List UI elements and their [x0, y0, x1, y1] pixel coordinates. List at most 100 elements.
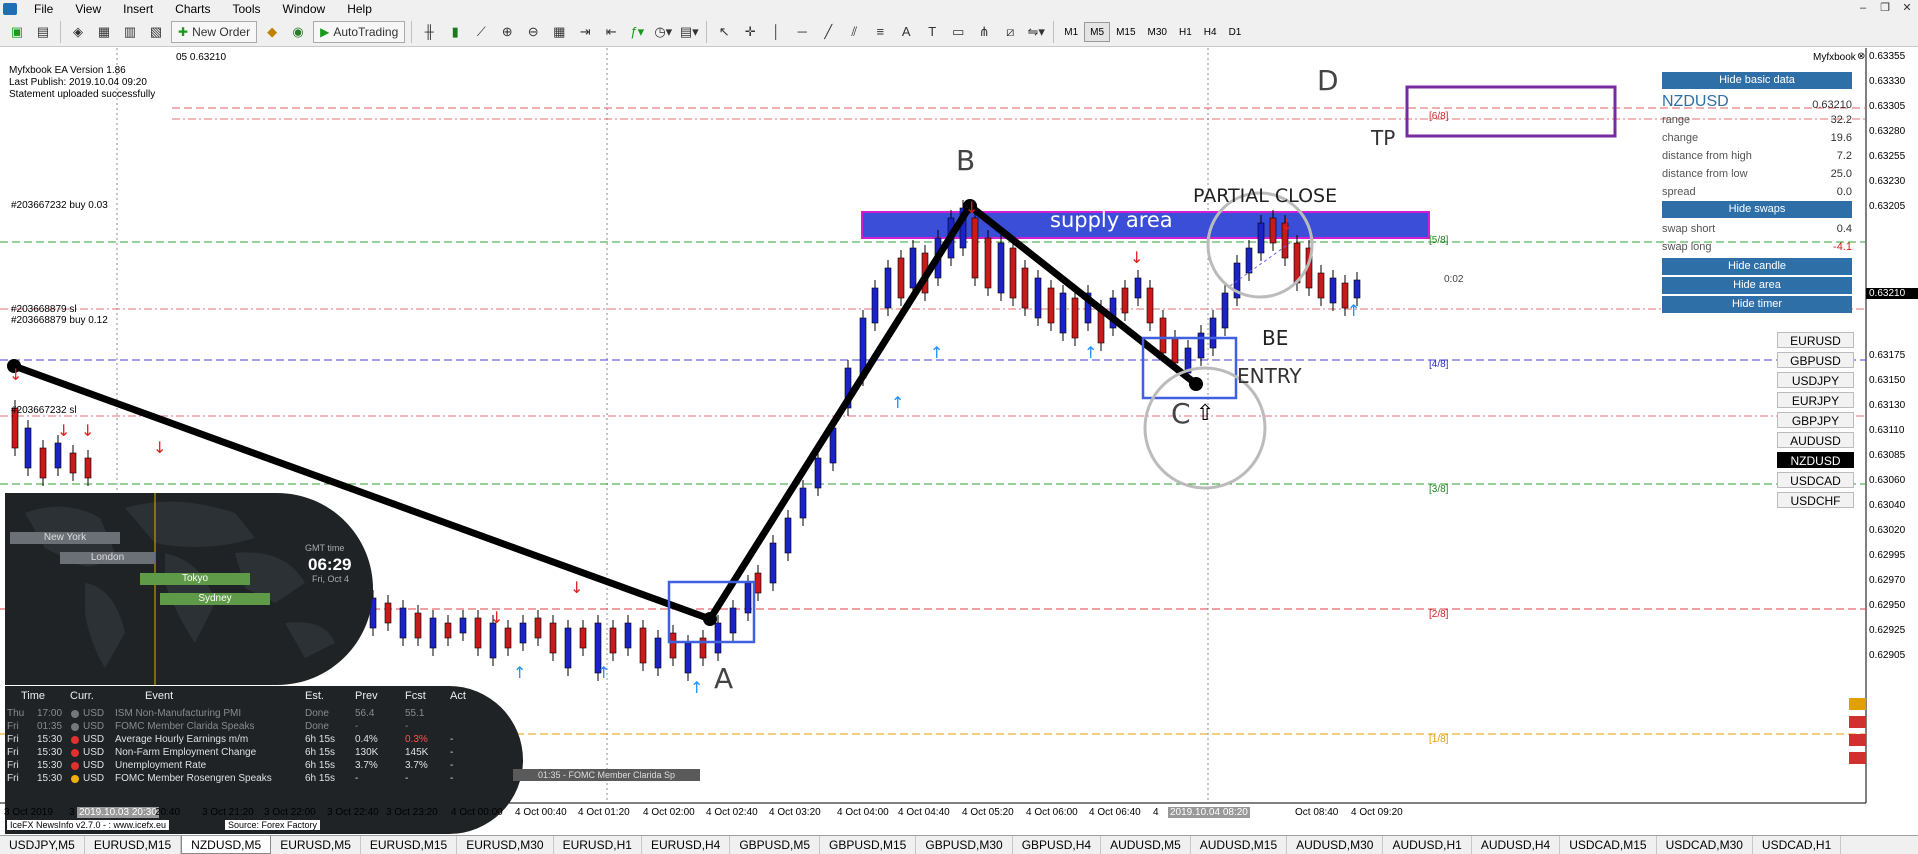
hide-candle-button[interactable]: Hide candle	[1662, 258, 1852, 275]
terminal-icon[interactable]: ▧	[145, 21, 167, 43]
crosshair-icon[interactable]: ✛	[739, 21, 761, 43]
navigator-icon[interactable]: ▥	[119, 21, 141, 43]
new-order-button[interactable]: ✚ New Order	[171, 20, 258, 43]
restore-icon[interactable]: ❐	[1874, 0, 1896, 17]
text-icon[interactable]: A	[895, 21, 917, 43]
data-window-icon[interactable]: ▦	[93, 21, 115, 43]
timeframe-d1[interactable]: D1	[1223, 22, 1248, 42]
timeframe-m15[interactable]: M15	[1110, 22, 1141, 42]
chart-tab[interactable]: AUDUSD,H1	[1383, 836, 1472, 854]
hide-timer-button[interactable]: Hide timer	[1662, 296, 1852, 313]
news-row[interactable]: Thu 17:00 USD ISM Non-Manufacturing PMI Done…	[5, 708, 523, 721]
toolbar-separator	[411, 20, 413, 43]
symbol-button-usdcad[interactable]: USDCAD	[1777, 472, 1854, 488]
pitchfork-icon[interactable]: ⋔	[973, 21, 995, 43]
new-chart-icon[interactable]: ▣	[6, 21, 28, 43]
candle-body	[871, 287, 879, 324]
tile-windows-icon[interactable]: ▦	[548, 21, 570, 43]
autotrading-button[interactable]: ▶ AutoTrading	[313, 20, 406, 43]
line-chart-icon[interactable]: ⟋	[470, 21, 492, 43]
chart-shift-icon[interactable]: ⇤	[600, 21, 622, 43]
stat-label: distance from low	[1662, 168, 1748, 180]
indicators-icon[interactable]: ƒ▾	[626, 21, 648, 43]
fibonacci-icon[interactable]: ≡	[869, 21, 891, 43]
chart-tab[interactable]: USDCAD,M15	[1560, 836, 1657, 854]
timeframe-h1[interactable]: H1	[1173, 22, 1198, 42]
vertical-line-icon[interactable]: │	[765, 21, 787, 43]
menu-file[interactable]: File	[23, 2, 64, 16]
chart-tab[interactable]: AUDUSD,M30	[1287, 836, 1384, 854]
symbol-button-eurjpy[interactable]: EURJPY	[1777, 392, 1854, 408]
candle-body	[579, 627, 587, 649]
market-watch-icon[interactable]: ◈	[67, 21, 89, 43]
myfxbook-close-icon[interactable]: ⊗	[1857, 51, 1865, 62]
menu-help[interactable]: Help	[336, 2, 383, 16]
text-label-icon[interactable]: T	[921, 21, 943, 43]
news-row[interactable]: Fri 15:30 USD Average Hourly Earnings m/m 6h…	[5, 734, 523, 747]
chart-tab[interactable]: USDJPY,M5	[0, 836, 85, 854]
periods-icon[interactable]: ◷▾	[652, 21, 674, 43]
menu-insert[interactable]: Insert	[112, 2, 164, 16]
chart-tab[interactable]: EURUSD,M5	[271, 836, 361, 854]
symbol-button-gbpusd[interactable]: GBPUSD	[1777, 352, 1854, 368]
news-row[interactable]: Fri 01:35 USD FOMC Member Clarida Speaks Don…	[5, 721, 523, 734]
chart-tab[interactable]: GBPUSD,M5	[730, 836, 820, 854]
chart-tab[interactable]: EURUSD,H4	[642, 836, 731, 854]
metaeditor-icon[interactable]: ◆	[261, 21, 283, 43]
timeframe-m5[interactable]: M5	[1084, 21, 1111, 42]
candlestick-icon[interactable]: ▮	[444, 21, 466, 43]
chart-tab[interactable]: EURUSD,M15	[361, 836, 458, 854]
symbol-button-audusd[interactable]: AUDUSD	[1777, 432, 1854, 448]
menu-view[interactable]: View	[64, 2, 112, 16]
symbol-button-usdchf[interactable]: USDCHF	[1777, 492, 1854, 508]
cursor-icon[interactable]: ↖	[713, 21, 735, 43]
chart-tab[interactable]: EURUSD,H1	[554, 836, 642, 854]
timeframe-m1[interactable]: M1	[1058, 22, 1084, 42]
bar-chart-icon[interactable]: ╫	[418, 21, 440, 43]
menu-window[interactable]: Window	[272, 2, 337, 16]
menu-tools[interactable]: Tools	[222, 2, 272, 16]
zoom-out-icon[interactable]: ⊖	[522, 21, 544, 43]
chart-tab[interactable]: GBPUSD,H4	[1013, 836, 1102, 854]
hide-area-button[interactable]: Hide area	[1662, 277, 1852, 294]
profiles-icon[interactable]: ▤	[32, 21, 54, 43]
symbol-button-nzdusd[interactable]: NZDUSD	[1777, 452, 1854, 468]
templates-icon[interactable]: ▤▾	[678, 21, 700, 43]
autoscroll-icon[interactable]: ⇥	[574, 21, 596, 43]
candle-body	[549, 622, 557, 654]
chart-tab[interactable]: GBPUSD,M30	[916, 836, 1013, 854]
trendline-icon[interactable]: ╱	[817, 21, 839, 43]
rectangle-icon[interactable]: ▭	[947, 21, 969, 43]
chart-tab[interactable]: USDCAD,H1	[1753, 836, 1842, 854]
hide-swaps-button[interactable]: Hide swaps	[1662, 201, 1852, 218]
chart-tab[interactable]: EURUSD,M30	[457, 836, 554, 854]
news-row[interactable]: Fri 15:30 USD FOMC Member Rosengren Speaks 6…	[5, 773, 523, 786]
candle-body	[1146, 287, 1154, 324]
close-icon[interactable]: ✕	[1896, 0, 1918, 17]
equidistant-channel-icon[interactable]: ⫽	[843, 21, 865, 43]
chart-tab[interactable]: AUDUSD,M15	[1191, 836, 1288, 854]
chart-tab[interactable]: GBPUSD,M15	[820, 836, 917, 854]
horizontal-line-icon[interactable]: ─	[791, 21, 813, 43]
chart-tab[interactable]: USDCAD,M30	[1657, 836, 1753, 854]
gann-icon[interactable]: ⧄	[999, 21, 1021, 43]
signals-icon[interactable]: ◉	[287, 21, 309, 43]
symbol-button-gbpjpy[interactable]: GBPJPY	[1777, 412, 1854, 428]
arrows-icon[interactable]: ⇋▾	[1025, 21, 1047, 43]
news-row[interactable]: Fri 15:30 USD Non-Farm Employment Change 6h …	[5, 747, 523, 760]
chart-tab[interactable]: NZDUSD,M5	[181, 836, 272, 854]
timeframe-h4[interactable]: H4	[1198, 22, 1223, 42]
price-chart[interactable]: ↓ ↓ ↓ ↓ ↓ ↓ ↓ ↓ ↓ ↑ ↑ ↑ ↑ ↑ ↑ ↑ ⇧ 05 0.63210 Myfxbook EA…	[0, 48, 1918, 835]
gmt-time: 06:29	[308, 555, 352, 574]
menu-charts[interactable]: Charts	[164, 2, 221, 16]
chart-tab[interactable]: AUDUSD,H4	[1472, 836, 1561, 854]
zoom-in-icon[interactable]: ⊕	[496, 21, 518, 43]
chart-tab[interactable]: EURUSD,M15	[85, 836, 182, 854]
symbol-button-usdjpy[interactable]: USDJPY	[1777, 372, 1854, 388]
timeframe-m30[interactable]: M30	[1142, 22, 1173, 42]
hide-basic-data-button[interactable]: Hide basic data	[1662, 72, 1852, 89]
minimize-icon[interactable]: ‒	[1852, 0, 1874, 17]
symbol-button-eurusd[interactable]: EURUSD	[1777, 332, 1854, 348]
chart-tab[interactable]: AUDUSD,M5	[1101, 836, 1191, 854]
news-row[interactable]: Fri 15:30 USD Unemployment Rate 6h 15s 3.7% 3.…	[5, 760, 523, 773]
